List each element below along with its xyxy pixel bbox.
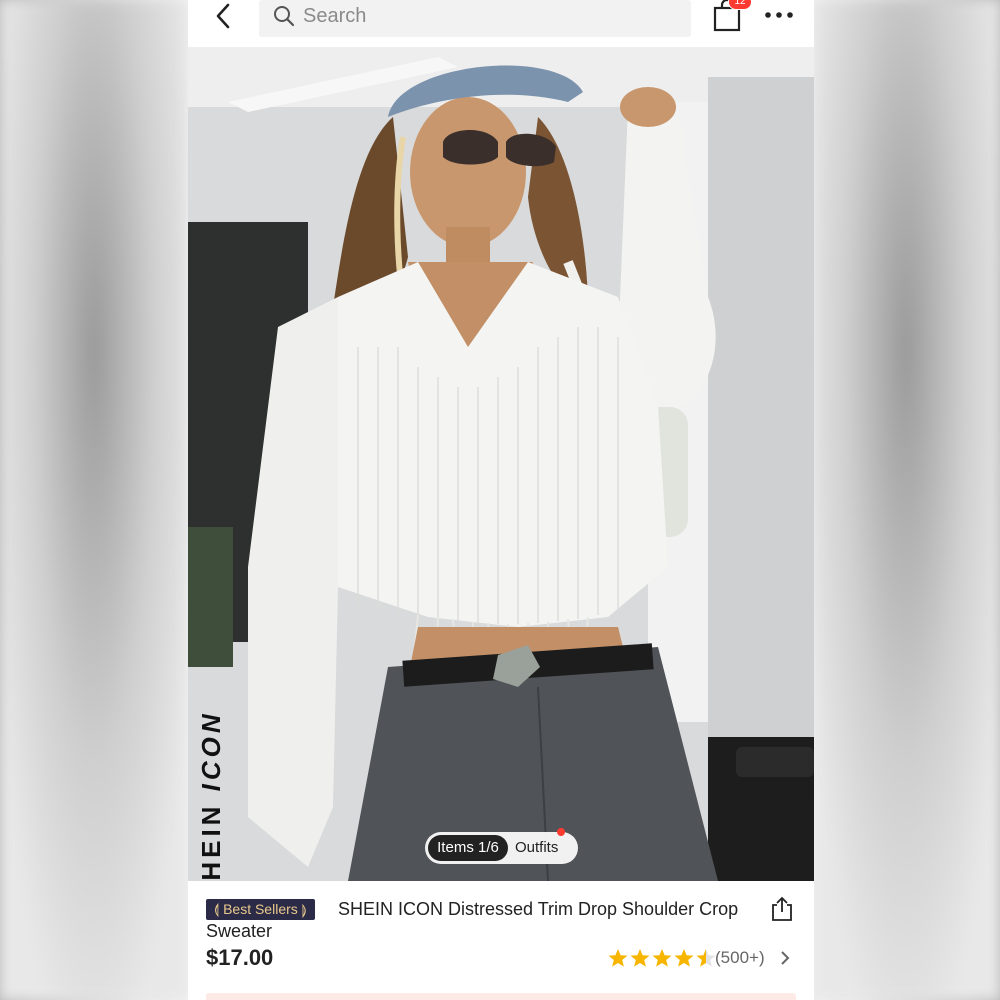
best-sellers-badge[interactable]: ⟬ Best Sellers ⟭ xyxy=(206,899,315,920)
product-info: SHEIN ICON Distressed Trim Drop Shoulder… xyxy=(188,881,814,1000)
cart-count-badge: 12 xyxy=(728,0,752,10)
star-icon xyxy=(652,949,672,967)
rating-count[interactable]: (500+) xyxy=(715,948,765,968)
share-icon[interactable] xyxy=(770,896,794,922)
items-tab[interactable]: Items 1/6 xyxy=(428,835,508,861)
promo-strip xyxy=(206,993,796,1000)
star-icon xyxy=(696,949,716,967)
top-nav-bar: Search 12 xyxy=(188,0,814,46)
search-icon xyxy=(274,6,295,27)
star-icon xyxy=(608,949,628,967)
notification-dot xyxy=(557,828,565,836)
more-icon[interactable] xyxy=(764,5,794,25)
brand-logo: SHEIN ICON xyxy=(196,710,226,881)
outfits-tab[interactable]: Outfits xyxy=(515,835,558,861)
gallery-pager: Items 1/6 Outfits xyxy=(425,828,578,864)
search-input[interactable]: Search xyxy=(259,0,691,37)
rating-stars[interactable] xyxy=(608,947,718,969)
product-image-gallery[interactable]: SHEIN ICON Items 1/6 Outfits xyxy=(188,47,814,881)
back-arrow-icon[interactable] xyxy=(210,2,238,30)
star-icon xyxy=(674,949,694,967)
background-blur-left xyxy=(0,0,188,1000)
search-placeholder: Search xyxy=(303,5,367,27)
background-blur-right xyxy=(812,0,1000,1000)
product-page: Search 12 SHEIN ICON Items 1/6 Outfits S… xyxy=(188,0,814,1000)
chevron-right-icon[interactable] xyxy=(779,949,791,967)
product-photo xyxy=(188,47,814,881)
star-icon xyxy=(630,949,650,967)
product-price: $17.00 xyxy=(206,945,274,970)
